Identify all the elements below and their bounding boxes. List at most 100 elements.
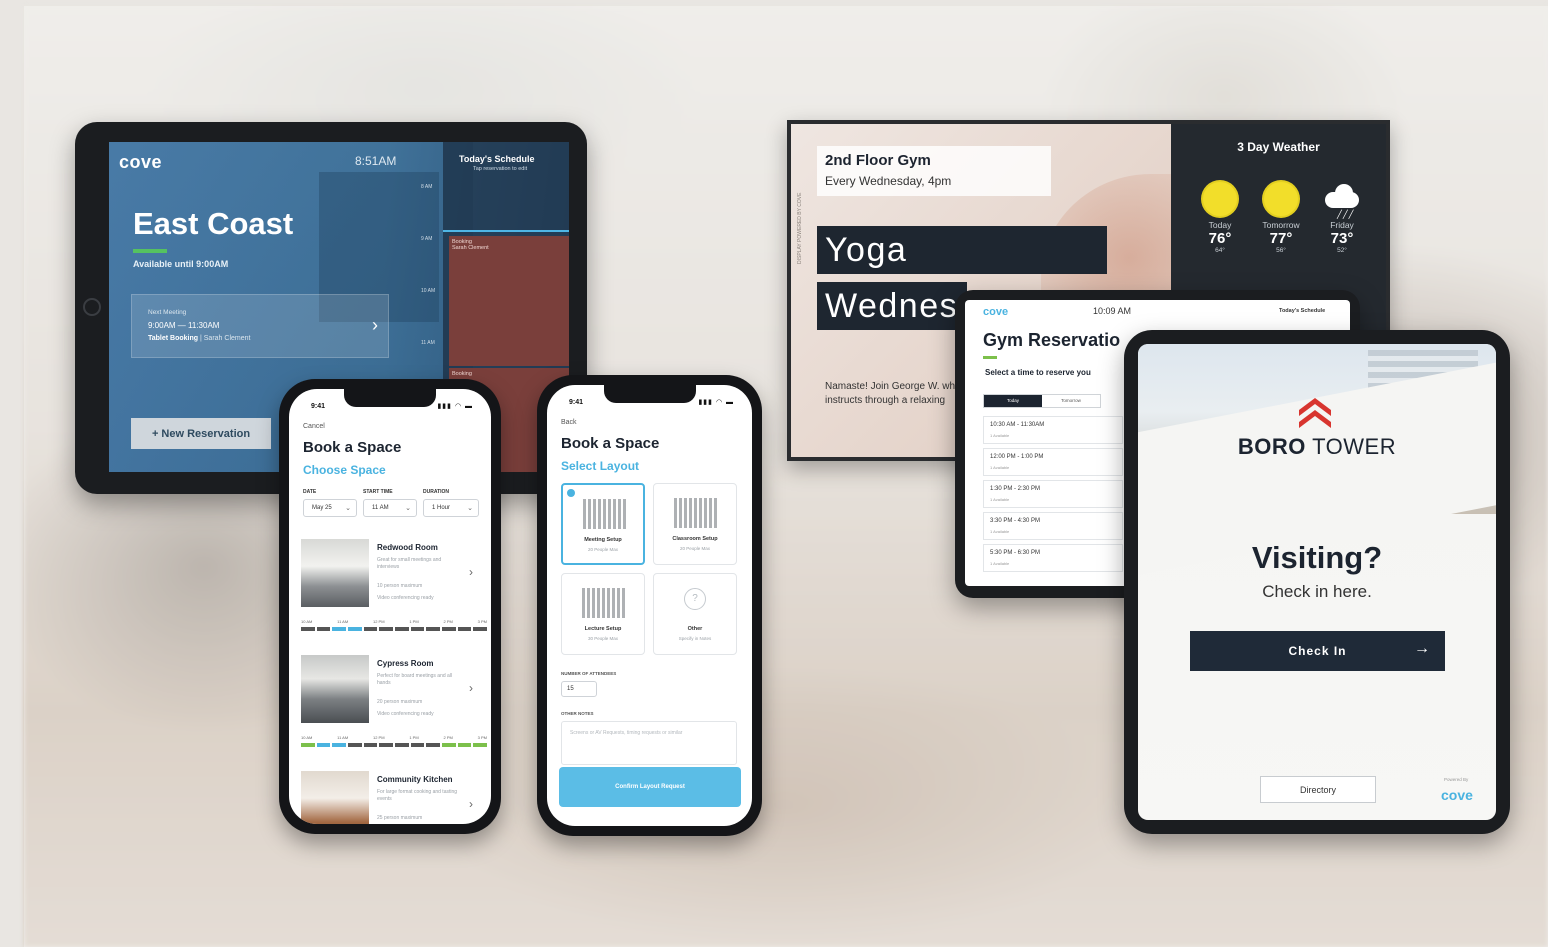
cove-logo: cove [119,152,163,172]
layout-name: Classroom Setup [672,536,718,542]
arrow-right-icon: → [1414,640,1431,657]
room-av: Video conferencing ready [377,595,434,601]
room-card-redwood[interactable]: Redwood Room Great for small meetings an… [301,539,488,639]
time-slot[interactable]: 1:30 PM - 2:30 PM 1 Available [983,480,1123,508]
forecast-tomorrow: Tomorrow 77° 56° [1250,182,1312,254]
availability-timeline: 10 AM 11 AM 12 PM 1 PM 2 PM 3 PM [301,619,488,633]
timeline-labels: 10 AM 11 AM 12 PM 1 PM 2 PM 3 PM [301,619,487,624]
time-slot[interactable]: 12:00 PM - 1:00 PM 1 Available [983,448,1123,476]
forecast-low: 56° [1276,247,1286,254]
availability-timeline: 10 AM 11 AM 12 PM 1 PM 2 PM 3 PM [301,735,488,749]
event-title: 2nd Floor Gym [825,152,931,169]
chevron-down-icon: ⌄ [345,505,351,512]
selected-check-icon [567,489,575,497]
availability-status: Available until 9:00AM [133,259,229,269]
time-slot[interactable]: 3:30 PM - 4:30 PM 1 Available [983,512,1123,540]
day-tabs: Today Tomorrow [983,394,1101,408]
sun-icon [1203,182,1237,216]
start-time-value: 11 AM [372,505,389,511]
check-in-label: Check In [1288,644,1347,658]
layout-classroom-setup[interactable]: Classroom Setup 20 People Max [653,483,737,565]
next-meeting-card[interactable]: Next Meeting 9:00AM — 11:30AM Tablet Boo… [131,294,389,358]
classroom-icon [674,498,718,528]
schedule-link[interactable]: Today's Schedule [1279,308,1325,314]
room-capacity: 25 person maximum [377,815,423,821]
event-description: Namaste! Join George W. who instructs th… [825,381,961,406]
forecast-high: 76° [1208,230,1232,247]
availability-indicator [133,249,167,253]
tab-today[interactable]: Today [984,395,1042,407]
timeline-labels: 10 AM 11 AM 12 PM 1 PM 2 PM 3 PM [301,735,487,740]
date-select[interactable]: May 25 ⌄ [303,499,357,517]
attendees-label: NUMBER OF ATTENDEES [561,671,617,676]
timeline-label: 12 PM [372,735,385,740]
duration-label: DURATION [423,489,450,495]
booking-block[interactable]: Booking Sarah Clement [449,236,569,366]
page-title: Book a Space [303,439,402,456]
slot-availability: 1 Available [990,465,1010,470]
visitor-subheading: Check in here. [1262,582,1372,601]
clock: 8:51AM [355,154,397,168]
tablet-home-button[interactable] [83,298,101,316]
layout-name: Lecture Setup [584,626,622,632]
timeline-label: 12 PM [372,619,385,624]
forecast-high: 73° [1330,230,1354,247]
slot-time: 10:30 AM - 11:30AM [990,422,1045,428]
layout-name: Other [687,626,703,632]
room-card-kitchen[interactable]: Community Kitchen For large format cooki… [301,771,481,824]
timeline-label: 1 PM [409,735,419,740]
booking-owner: Sarah Clement [452,245,489,251]
timeline-label: 3 PM [477,619,487,624]
notes-textarea[interactable]: Screens or AV Requests, timing requests … [561,721,737,765]
choose-space-phone: 9:41 ▮▮▮ ◠ ▬ Cancel Book a Space Choose … [279,379,501,834]
brand-light: TOWER [1305,434,1397,459]
forecast-low: 64° [1215,247,1225,254]
chevron-down-icon: ⌄ [467,505,473,512]
slot-time: 5:30 PM - 6:30 PM [990,550,1041,556]
headline-day: Wednes [817,282,967,330]
select-layout-phone: 9:41 ▮▮▮ ◠ ▬ Back Book a Space Select La… [537,375,762,836]
start-time-select[interactable]: 11 AM ⌄ [363,499,417,517]
chevron-right-icon: › [469,681,473,695]
cancel-link[interactable]: Cancel [303,423,325,430]
directory-button[interactable]: Directory [1260,776,1376,803]
check-in-button[interactable]: Check In → [1190,631,1445,671]
room-photo [301,655,369,723]
confirm-layout-button[interactable]: Confirm Layout Request [559,767,741,807]
question-icon: ? [684,588,706,610]
page-subtitle: Select a time to reserve you [985,368,1091,377]
back-link[interactable]: Back [561,419,577,426]
layout-meeting-setup[interactable]: Meeting Setup 20 People Max [561,483,645,565]
room-photo [301,539,369,607]
timeline-bars [301,627,488,631]
forecast-day: Today [1208,220,1232,230]
page-title: Gym Reservatio [983,330,1121,350]
layout-capacity: 30 People Max [587,636,619,641]
duration-value: 1 Hour [432,505,451,511]
attendees-input[interactable]: 15 [561,681,597,697]
brand-bold: BORO [1237,434,1306,459]
next-meeting-time: 9:00AM — 11:30AM [148,321,220,330]
slot-availability: 1 Available [990,433,1010,438]
layout-capacity: Specify in Notes [678,636,712,641]
time-slot[interactable]: 5:30 PM - 6:30 PM 1 Available [983,544,1123,572]
room-card-cypress[interactable]: Cypress Room Perfect for board meetings … [301,655,488,755]
layout-lecture-setup[interactable]: Lecture Setup 30 People Max [561,573,645,655]
new-reservation-button[interactable]: + New Reservation [131,418,271,449]
notes-label: OTHER NOTES [561,711,594,716]
booking-title: Booking [452,371,472,377]
room-photo [301,771,369,824]
room-name: Cypress Room [377,659,434,668]
headline-yoga: Yoga [817,226,1107,274]
room-description: Great for small meetings and interviews [377,557,442,570]
time-slot[interactable]: 10:30 AM - 11:30AM 1 Available [983,416,1123,444]
tab-tomorrow[interactable]: Tomorrow [1042,395,1100,407]
timeline-label: 11 AM [337,735,349,740]
sun-icon [1264,182,1298,216]
timeline-label: 10 AM [301,735,313,740]
weather-title: 3 Day Weather [1237,140,1320,154]
slot-time: 12:00 PM - 1:00 PM [990,454,1044,460]
timeline-label: 11 AM [337,619,349,624]
duration-select[interactable]: 1 Hour ⌄ [423,499,479,517]
layout-other[interactable]: ? Other Specify in Notes [653,573,737,655]
